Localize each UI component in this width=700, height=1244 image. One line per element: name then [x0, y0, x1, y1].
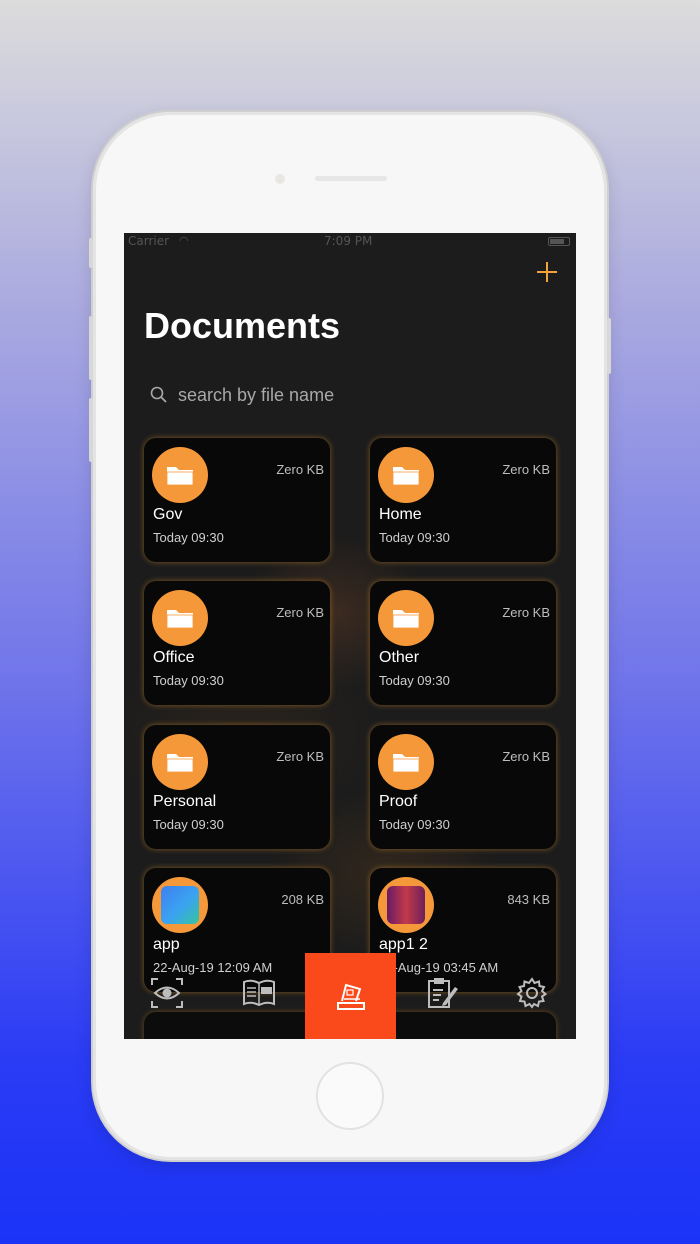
folder-icon	[152, 590, 208, 646]
file-date: Today 09:30	[379, 817, 450, 832]
file-name: Other	[379, 649, 420, 666]
file-name: Proof	[379, 793, 418, 810]
file-name: Personal	[153, 793, 217, 810]
file-name: app1 2	[379, 936, 428, 953]
search-icon	[150, 386, 167, 403]
pdf-book-icon	[243, 979, 275, 1007]
file-size: Zero KB	[276, 605, 324, 620]
app1-thumbnail-image	[387, 886, 425, 924]
file-size: Zero KB	[502, 605, 550, 620]
document-card[interactable]: Zero KB Office Today 09:30	[144, 581, 330, 705]
file-size: 208 KB	[281, 892, 324, 907]
volume-down-button	[89, 398, 93, 462]
wifi-icon: ◠	[179, 234, 189, 247]
power-button	[607, 318, 611, 374]
gear-icon	[516, 977, 548, 1009]
image-thumbnail	[152, 877, 208, 933]
file-name: Office	[153, 649, 195, 666]
folder-icon	[378, 447, 434, 503]
folder-icon	[152, 734, 208, 790]
tab-pdf[interactable]	[239, 973, 279, 1013]
file-name: app	[153, 936, 180, 953]
file-name: Gov	[153, 506, 183, 523]
add-button[interactable]	[536, 259, 558, 289]
document-card[interactable]: Zero KB Other Today 09:30	[370, 581, 556, 705]
folder-icon	[378, 734, 434, 790]
document-card[interactable]: Zero KB Personal Today 09:30	[144, 725, 330, 849]
volume-up-button	[89, 316, 93, 380]
file-date: Today 09:30	[379, 673, 450, 688]
clipboard-edit-icon	[428, 978, 458, 1008]
eye-scan-icon	[151, 978, 183, 1008]
document-card[interactable]: Zero KB Gov Today 09:30	[144, 438, 330, 562]
page-title: Documents	[144, 305, 341, 346]
mute-switch	[89, 238, 93, 268]
folder-icon	[152, 447, 208, 503]
file-size: Zero KB	[502, 749, 550, 764]
tab-settings[interactable]	[512, 973, 552, 1013]
home-button[interactable]	[316, 1062, 384, 1130]
file-size: Zero KB	[276, 462, 324, 477]
file-size: 843 KB	[507, 892, 550, 907]
file-size: Zero KB	[276, 749, 324, 764]
search-placeholder: search by file name	[178, 384, 335, 405]
image-thumbnail	[378, 877, 434, 933]
folder-icon	[378, 590, 434, 646]
file-date: Today 09:30	[153, 530, 224, 545]
status-bar: Carrier ◠ 7:09 PM	[124, 233, 576, 249]
earpiece-speaker	[315, 176, 387, 181]
plus-icon	[537, 262, 557, 282]
tab-viewer[interactable]	[147, 973, 187, 1013]
front-camera	[275, 174, 285, 184]
tab-edit[interactable]	[422, 973, 462, 1013]
app-thumbnail-image	[161, 886, 199, 924]
tab-bar	[124, 953, 576, 1039]
scanner-icon	[336, 983, 365, 1010]
file-date: Today 09:30	[153, 673, 224, 688]
document-card[interactable]: Zero KB Proof Today 09:30	[370, 725, 556, 849]
app-screen: Carrier ◠ 7:09 PM Documents search by fi…	[124, 233, 576, 1039]
tab-scanner[interactable]	[305, 953, 396, 1039]
carrier-label: Carrier	[128, 234, 170, 248]
clock: 7:09 PM	[324, 234, 373, 248]
file-name: Home	[379, 506, 422, 523]
file-date: Today 09:30	[379, 530, 450, 545]
search-field[interactable]: search by file name	[150, 381, 334, 409]
file-size: Zero KB	[502, 462, 550, 477]
document-card[interactable]: Zero KB Home Today 09:30	[370, 438, 556, 562]
battery-icon	[548, 237, 570, 246]
file-date: Today 09:30	[153, 817, 224, 832]
